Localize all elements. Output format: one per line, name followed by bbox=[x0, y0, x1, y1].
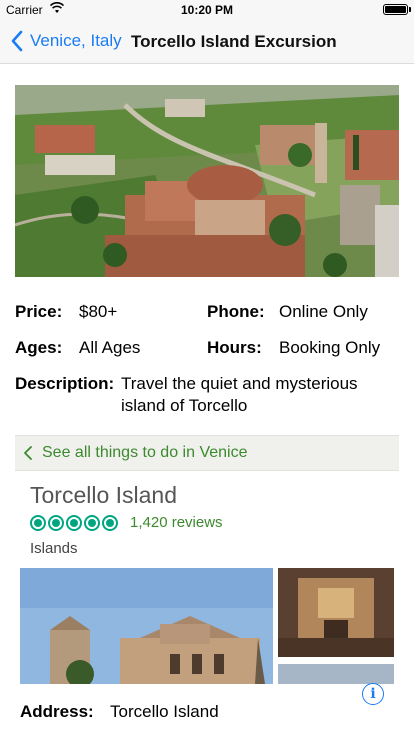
phone-label: Phone: bbox=[207, 302, 265, 321]
ages-label: Ages: bbox=[15, 338, 63, 357]
hours-value: Booking Only bbox=[279, 338, 381, 357]
price-value: $80+ bbox=[79, 302, 118, 321]
place-photo-thumbnail[interactable] bbox=[278, 664, 394, 684]
address-value[interactable]: Torcello Island bbox=[110, 702, 219, 722]
rating-bubble-icon bbox=[102, 514, 118, 531]
place-name[interactable]: Torcello Island bbox=[30, 482, 177, 509]
place-category: Islands bbox=[30, 540, 78, 557]
hours-label: Hours: bbox=[207, 338, 262, 357]
phone-value[interactable]: Online Only bbox=[279, 302, 368, 322]
navigation-bar: Venice, Italy Torcello Island Excursion bbox=[0, 20, 414, 64]
rating-bubble-icon bbox=[66, 514, 82, 531]
description-label: Description: bbox=[15, 374, 115, 393]
battery-tip bbox=[409, 7, 411, 12]
price-label: Price: bbox=[15, 302, 63, 321]
clock: 10:20 PM bbox=[180, 3, 234, 17]
hero-image bbox=[15, 85, 399, 277]
rating-bubble-icon bbox=[84, 514, 100, 531]
chevron-left-icon bbox=[11, 30, 23, 52]
rating-bubble-icon bbox=[30, 514, 46, 531]
place-photo-main[interactable] bbox=[20, 568, 273, 684]
rating[interactable]: 1,420 reviews bbox=[30, 514, 223, 531]
address-label: Address: bbox=[20, 702, 94, 721]
see-all-things-to-do-link[interactable]: See all things to do in Venice bbox=[15, 435, 399, 471]
rating-bubble-icon bbox=[48, 514, 64, 531]
description-line-2: island of Torcello bbox=[121, 396, 248, 415]
back-button-label: Venice, Italy bbox=[30, 31, 122, 50]
page-title: Torcello Island Excursion bbox=[131, 32, 337, 51]
info-icon[interactable]: i bbox=[362, 683, 384, 705]
place-photo-interior[interactable] bbox=[278, 568, 394, 657]
description-line-1: Travel the quiet and mysterious bbox=[121, 374, 358, 393]
reviews-count[interactable]: 1,420 reviews bbox=[130, 514, 223, 531]
chevron-left-icon bbox=[24, 446, 32, 460]
battery-icon bbox=[383, 4, 408, 15]
status-bar: Carrier 10:20 PM bbox=[0, 0, 414, 20]
back-button[interactable]: Venice, Italy bbox=[10, 30, 122, 52]
see-all-label: See all things to do in Venice bbox=[42, 444, 248, 461]
ages-value: All Ages bbox=[79, 338, 141, 357]
